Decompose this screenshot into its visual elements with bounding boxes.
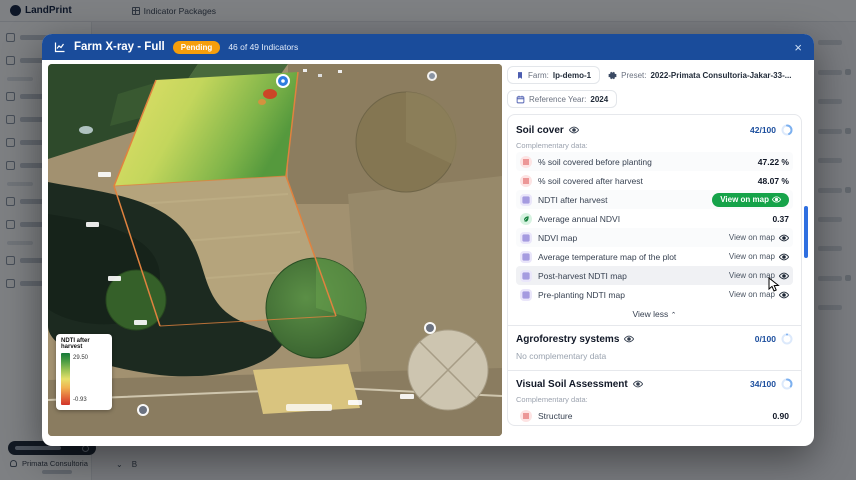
indicator-value: 0.90 bbox=[772, 411, 789, 421]
view-less-button[interactable]: View less ⌃ bbox=[516, 304, 793, 325]
eye-icon bbox=[569, 125, 579, 135]
indicators-panel: Farm: lp-demo-1 Preset: 2022-Primata Con… bbox=[505, 64, 808, 438]
indicator-label: Average annual NDVI bbox=[538, 214, 766, 224]
indicator-count: 46 of 49 Indicators bbox=[228, 42, 298, 52]
year-value: 2024 bbox=[590, 95, 608, 104]
eye-icon bbox=[772, 195, 781, 204]
preset-value: 2022-Primata Consultoria-Jakar-33-... bbox=[650, 71, 791, 80]
map-legend: NDTI after harvest 29.50 -0.93 bbox=[56, 334, 112, 410]
year-label: Reference Year: bbox=[529, 95, 586, 104]
legend-min: -0.93 bbox=[73, 397, 88, 403]
eye-icon bbox=[779, 271, 789, 281]
modal-title: Farm X-ray - Full bbox=[74, 41, 165, 53]
grid-icon bbox=[520, 251, 532, 263]
farm-value: lp-demo-1 bbox=[553, 71, 591, 80]
eye-icon bbox=[624, 334, 634, 344]
lines-icon bbox=[520, 156, 532, 168]
indicator-row: NDVI map View on map bbox=[516, 228, 793, 247]
satellite-map[interactable]: NDTI after harvest 29.50 -0.93 bbox=[48, 64, 502, 436]
modal-header: Farm X-ray - Full Pending 46 of 49 Indic… bbox=[42, 34, 814, 60]
indicator-row: NDTI after harvest View on map bbox=[516, 190, 793, 209]
grid-icon bbox=[520, 194, 532, 206]
indicator-sections: Soil cover42/100Complementary data:% soi… bbox=[507, 114, 802, 426]
preset-label: Preset: bbox=[621, 71, 646, 80]
map-marker-blue bbox=[276, 74, 290, 88]
legend-gradient-bar bbox=[61, 353, 70, 405]
section-header: Visual Soil Assessment 34/100 bbox=[516, 371, 793, 393]
indicator-row: Structure 0.90 bbox=[516, 406, 793, 425]
indicator-label: NDVI map bbox=[538, 233, 723, 243]
indicator-label: Average temperature map of the plot bbox=[538, 252, 723, 262]
score-ring bbox=[781, 333, 793, 345]
complementary-data-label: Complementary data: bbox=[516, 139, 793, 152]
indicator-value: 47.22 % bbox=[758, 157, 789, 167]
indicator-row: Average temperature map of the plot View … bbox=[516, 247, 793, 266]
leaf-icon bbox=[520, 213, 532, 225]
score-ring bbox=[781, 124, 793, 136]
indicator-value: 0.37 bbox=[772, 214, 789, 224]
map-imagery bbox=[48, 64, 502, 436]
reference-year-field[interactable]: Reference Year: 2024 bbox=[507, 90, 617, 108]
lines-icon bbox=[520, 175, 532, 187]
indicator-row: Average annual NDVI 0.37 bbox=[516, 209, 793, 228]
chevron-up-icon: ⌃ bbox=[671, 312, 677, 319]
section-title: Agroforestry systems bbox=[516, 334, 619, 345]
indicator-label: Structure bbox=[538, 411, 766, 421]
bookmark-icon bbox=[516, 71, 524, 80]
status-badge: Pending bbox=[173, 41, 221, 54]
view-on-map-link[interactable]: View on map bbox=[729, 252, 789, 262]
section-score: 0/100 bbox=[755, 334, 776, 344]
farm-field[interactable]: Farm: lp-demo-1 bbox=[507, 66, 600, 84]
legend-max: 29.50 bbox=[73, 355, 88, 361]
indicator-row: Post-harvest NDTI mapView on map bbox=[516, 266, 793, 285]
indicator-row: % soil covered before planting 47.22 % bbox=[516, 152, 793, 171]
section-score: 42/100 bbox=[750, 125, 776, 135]
indicator-label: % soil covered after harvest bbox=[538, 176, 752, 186]
indicator-row: Pre-planting NDTI mapView on map bbox=[516, 285, 793, 304]
complementary-data-label: Complementary data: bbox=[516, 393, 793, 406]
section-header: Agroforestry systems 0/100 bbox=[516, 326, 793, 348]
view-on-map-link[interactable]: View on map bbox=[729, 233, 789, 243]
calendar-icon bbox=[516, 95, 525, 104]
eye-icon bbox=[779, 233, 789, 243]
score-ring bbox=[781, 378, 793, 390]
grid-icon bbox=[520, 270, 532, 282]
view-on-map-button[interactable]: View on map bbox=[712, 193, 789, 207]
farm-label: Farm: bbox=[528, 71, 549, 80]
grid-icon bbox=[520, 232, 532, 244]
lines-icon bbox=[520, 410, 532, 422]
eye-icon bbox=[779, 290, 789, 300]
no-data-text: No complementary data bbox=[516, 348, 793, 370]
panel-scrollbar[interactable] bbox=[804, 206, 808, 258]
indicator-label: % soil covered before planting bbox=[538, 157, 752, 167]
indicator-row: % soil covered after harvest 48.07 % bbox=[516, 171, 793, 190]
preset-field[interactable]: Preset: 2022-Primata Consultoria-Jakar-3… bbox=[608, 71, 791, 80]
close-icon[interactable]: × bbox=[794, 41, 802, 54]
legend-title: NDTI after harvest bbox=[61, 338, 108, 350]
gear-icon bbox=[608, 71, 617, 80]
indicator-label: Post-harvest NDTI map bbox=[538, 271, 723, 281]
grid-icon bbox=[520, 289, 532, 301]
chart-icon bbox=[54, 41, 66, 53]
eye-icon bbox=[779, 252, 789, 262]
indicator-label: Pre-planting NDTI map bbox=[538, 290, 723, 300]
section-score: 34/100 bbox=[750, 379, 776, 389]
mouse-cursor bbox=[768, 277, 780, 293]
eye-icon bbox=[633, 379, 643, 389]
indicator-label: NDTI after harvest bbox=[538, 195, 706, 205]
section-title: Visual Soil Assessment bbox=[516, 379, 628, 390]
modal-body: NDTI after harvest 29.50 -0.93 Farm: lp-… bbox=[42, 60, 814, 446]
farm-xray-modal: Farm X-ray - Full Pending 46 of 49 Indic… bbox=[42, 34, 814, 446]
indicator-value: 48.07 % bbox=[758, 176, 789, 186]
section-title: Soil cover bbox=[516, 125, 564, 136]
section-header: Soil cover 42/100 bbox=[516, 117, 793, 139]
